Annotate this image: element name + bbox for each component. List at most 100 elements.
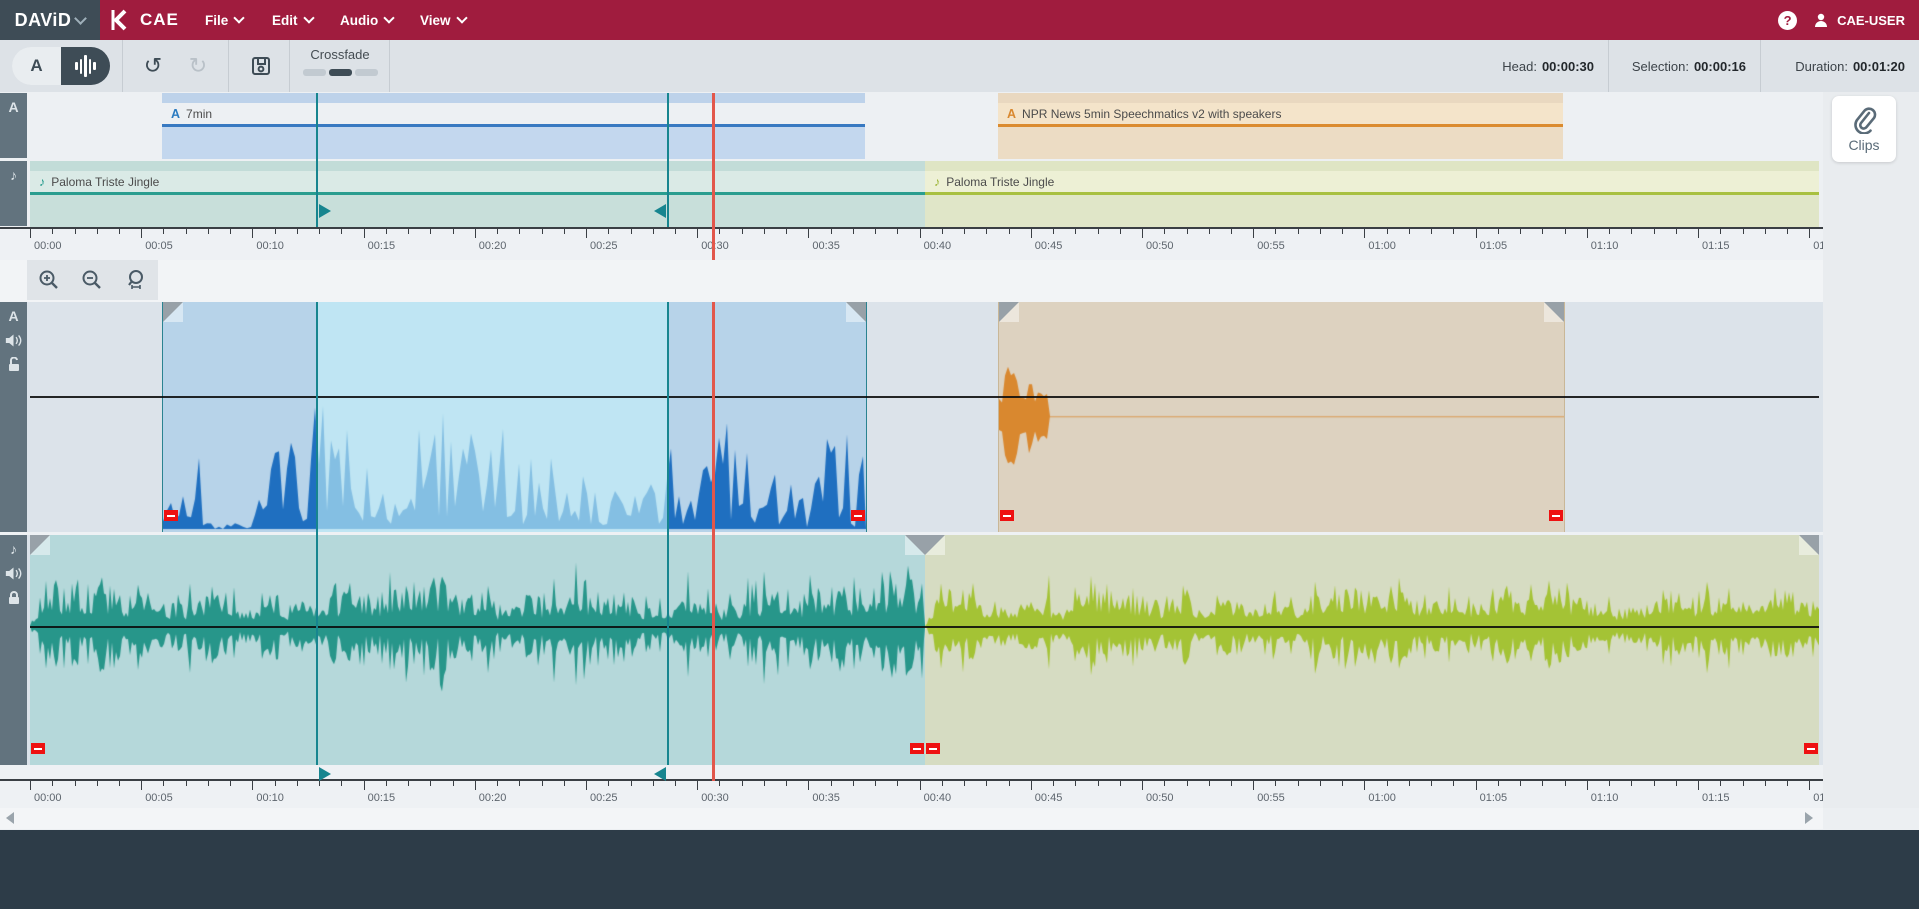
music-note-icon: ♪ [934, 175, 940, 189]
volume-envelope-track-music[interactable] [30, 626, 1819, 628]
cae-audio-editor: DAViD CAE File Edit Audio View ? CAE-USE… [0, 0, 1919, 909]
overview-clip-npr-news[interactable]: ANPR News 5min Speechmatics v2 with spea… [998, 93, 1563, 159]
menu-bar: DAViD CAE File Edit Audio View ? CAE-USE… [0, 0, 1919, 40]
overview-clip-7min[interactable]: A7min [162, 93, 865, 159]
fade-in-handle[interactable] [999, 302, 1019, 322]
overview-timeline-ruler[interactable]: 00:0000:0500:1000:1500:2000:2500:3000:35… [0, 227, 1823, 260]
trim-end-handle[interactable] [1804, 743, 1818, 754]
duration-timecode: Duration:00:01:20 [1760, 40, 1919, 92]
zoom-toolbar [0, 260, 1823, 302]
zoom-in-button[interactable] [32, 263, 66, 297]
fade-in-handle[interactable] [30, 535, 50, 555]
unlock-icon[interactable] [7, 357, 21, 372]
trim-end-handle[interactable] [851, 510, 865, 521]
waveform-mode-button[interactable] [61, 47, 110, 85]
paperclip-icon [1851, 106, 1877, 134]
selection-highlight [318, 302, 669, 532]
save-icon [250, 55, 272, 77]
selection-start-marker[interactable] [316, 302, 318, 765]
selection-start-flag[interactable] [319, 767, 331, 781]
fade-out-handle[interactable] [1799, 535, 1819, 555]
music-note-icon: ♪ [10, 541, 17, 557]
scroll-right-arrow[interactable] [1805, 812, 1813, 824]
overview-track-a: A7min ANPR News 5min Speechmatics v2 wit… [27, 93, 1823, 159]
menu-audio[interactable]: Audio [340, 0, 393, 40]
selection-timecode: Selection:00:00:16 [1608, 40, 1760, 92]
fade-in-handle[interactable] [925, 535, 945, 555]
david-logo-menu[interactable]: DAViD [0, 0, 100, 40]
selection-end-marker[interactable] [667, 93, 669, 227]
selection-end-marker[interactable] [667, 302, 669, 765]
track-a-gutter: A [0, 302, 27, 532]
playhead[interactable] [712, 302, 715, 765]
trim-start-handle[interactable] [1000, 510, 1014, 521]
side-panel: Clips [1823, 92, 1919, 808]
user-icon [1813, 12, 1829, 28]
crossfade-label: Crossfade [300, 47, 380, 62]
fade-in-handle[interactable] [163, 302, 183, 322]
trim-start-handle[interactable] [164, 510, 178, 521]
clip-npr-news[interactable] [998, 302, 1565, 532]
audio-clip-icon: A [171, 107, 180, 121]
trim-end-handle[interactable] [1549, 510, 1563, 521]
timeline-ruler[interactable]: 00:0000:0500:1000:1500:2000:2500:3000:35… [0, 779, 1823, 808]
overview-track-music-gutter: ♪ [0, 161, 27, 226]
audio-clip-icon: A [1007, 107, 1016, 121]
menu-file[interactable]: File [205, 0, 243, 40]
trim-start-handle[interactable] [31, 743, 45, 754]
overview-clip-jingle-1[interactable]: ♪Paloma Triste Jingle [30, 161, 925, 227]
speaker-icon[interactable] [5, 566, 22, 581]
selection-start-marker[interactable] [316, 93, 318, 227]
music-note-icon: ♪ [39, 175, 45, 189]
undo-button[interactable]: ↺ [138, 52, 168, 80]
clip-jingle-1[interactable] [30, 535, 925, 765]
trim-end-handle[interactable] [910, 743, 924, 754]
selection-start-flag[interactable] [319, 204, 331, 218]
clips-button-label: Clips [1848, 137, 1879, 153]
zoom-fit-icon [124, 268, 148, 292]
chevron-down-icon [234, 12, 245, 23]
playhead-overview[interactable] [712, 93, 715, 260]
zoom-fit-button[interactable] [119, 263, 153, 297]
user-name: CAE-USER [1837, 13, 1905, 28]
crossfade-indicator [300, 69, 380, 76]
redo-button[interactable]: ↻ [183, 52, 213, 80]
clips-button[interactable]: Clips [1832, 96, 1896, 162]
waveform-npr-news [999, 302, 1564, 532]
track-a-label: A [8, 99, 18, 115]
fade-out-handle[interactable] [905, 535, 925, 555]
volume-envelope-track-a[interactable] [30, 396, 1819, 398]
fade-out-handle[interactable] [846, 302, 866, 322]
zoom-out-button[interactable] [75, 263, 109, 297]
speaker-icon[interactable] [5, 333, 22, 348]
user-menu[interactable]: CAE-USER [1813, 12, 1905, 28]
chevron-down-icon [384, 12, 395, 23]
zoom-out-icon [80, 268, 104, 292]
overview-track-music: ♪Paloma Triste Jingle ♪Paloma Triste Jin… [27, 161, 1823, 227]
text-mode-button[interactable]: A [12, 47, 61, 85]
head-timecode: Head:00:00:30 [1390, 40, 1608, 92]
fade-out-handle[interactable] [1544, 302, 1564, 322]
waveform-jingle-1 [30, 535, 925, 765]
music-note-icon: ♪ [10, 167, 17, 183]
cae-logo-icon [107, 8, 131, 32]
ruler-gap [0, 765, 1823, 779]
transport-bar: ✂ ✂ [0, 830, 1919, 909]
lock-icon[interactable] [7, 590, 21, 605]
menu-edit[interactable]: Edit [272, 0, 313, 40]
help-button[interactable]: ? [1778, 11, 1797, 30]
scroll-left-arrow[interactable] [6, 812, 14, 824]
clip-jingle-2[interactable] [925, 535, 1819, 765]
menu-view[interactable]: View [420, 0, 466, 40]
chevron-down-icon [303, 12, 314, 23]
selection-end-flag[interactable] [654, 204, 666, 218]
waveform-jingle-2 [925, 535, 1819, 765]
crossfade-control[interactable]: Crossfade [300, 47, 380, 76]
selection-end-flag[interactable] [654, 767, 666, 781]
trim-start-handle[interactable] [926, 743, 940, 754]
zoom-in-icon [37, 268, 61, 292]
app-name: CAE [140, 10, 179, 30]
overview-clip-jingle-2[interactable]: ♪Paloma Triste Jingle [925, 161, 1819, 227]
save-button[interactable] [246, 52, 276, 80]
clip-7min[interactable] [162, 302, 867, 532]
